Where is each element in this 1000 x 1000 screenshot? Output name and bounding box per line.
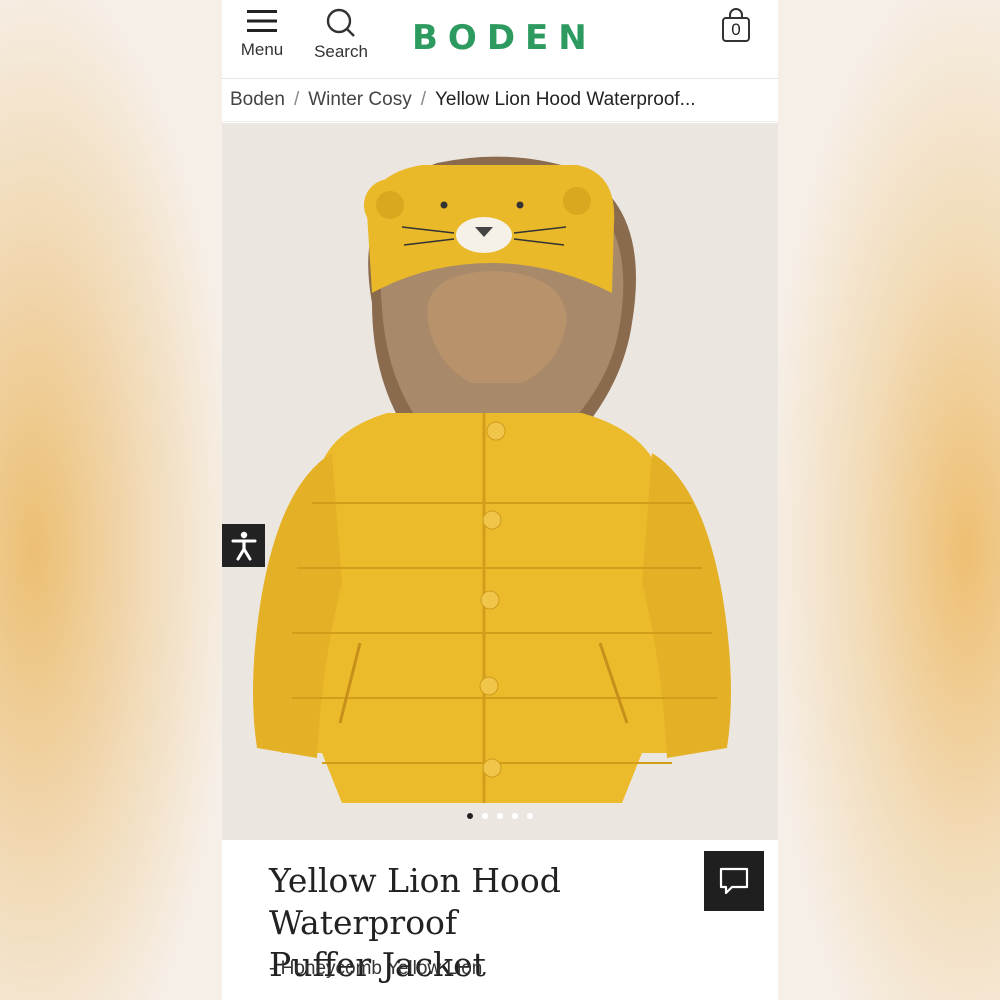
- breadcrumb-separator: /: [293, 88, 300, 110]
- bag-count: 0: [731, 20, 741, 39]
- product-image: [253, 156, 731, 803]
- breadcrumb-item-home[interactable]: Boden: [230, 89, 285, 111]
- bag-button[interactable]: 0: [720, 8, 756, 48]
- gallery-pagination: [222, 813, 778, 825]
- accessibility-icon: [231, 531, 256, 560]
- gallery-dot[interactable]: [482, 813, 488, 819]
- gallery-dot[interactable]: [512, 813, 518, 819]
- brand-logo[interactable]: BODEN: [412, 18, 592, 58]
- search-icon: [326, 8, 355, 37]
- background-left: [0, 0, 222, 1000]
- breadcrumb-item-current: Yellow Lion Hood Waterproof...: [434, 88, 696, 110]
- product-image-gallery[interactable]: [222, 123, 778, 840]
- search-label: Search: [314, 42, 368, 61]
- chat-button[interactable]: [704, 851, 764, 911]
- chat-icon: [719, 867, 749, 895]
- gallery-dot[interactable]: [527, 813, 533, 819]
- breadcrumb-separator: /: [420, 88, 426, 110]
- product-variant: - Honeycomb Yellow Lion: [269, 958, 483, 979]
- product-title-line1: Yellow Lion Hood Waterproof: [269, 861, 561, 942]
- background-right: [778, 0, 1000, 1000]
- hamburger-icon: [247, 10, 277, 32]
- breadcrumb-item-category[interactable]: Winter Cosy: [308, 89, 411, 111]
- menu-label: Menu: [240, 40, 284, 59]
- site-header: Menu Search BODEN 0: [222, 0, 778, 79]
- accessibility-button[interactable]: [222, 524, 265, 567]
- gallery-dot[interactable]: [497, 813, 503, 819]
- breadcrumb: Boden / Winter Cosy / Yellow Lion Hood W…: [222, 78, 778, 122]
- gallery-dot[interactable]: [467, 813, 473, 819]
- search-button[interactable]: Search: [306, 8, 376, 72]
- menu-button[interactable]: Menu: [227, 8, 297, 72]
- product-page: Menu Search BODEN 0 Boden / Winter Cosy …: [222, 0, 778, 1000]
